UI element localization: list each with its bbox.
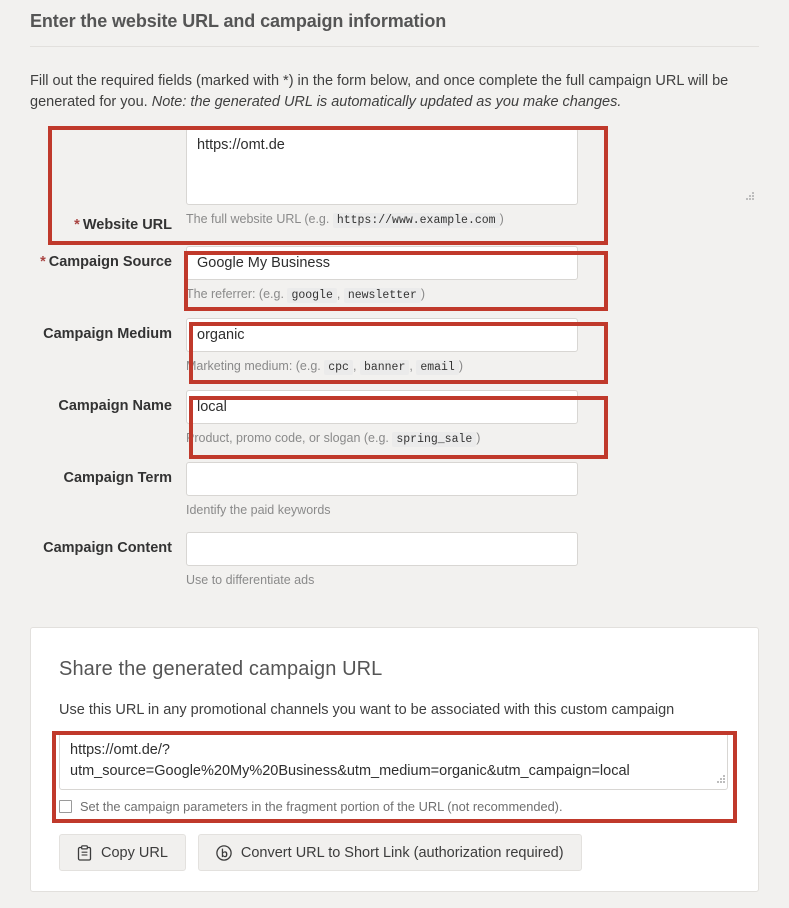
label-campaign-source: * Campaign Source bbox=[30, 246, 186, 270]
help-comma-campaign-medium-1: , bbox=[409, 359, 413, 373]
convert-short-link-button[interactable]: Convert URL to Short Link (authorization… bbox=[197, 834, 582, 871]
form-row-campaign-name: Campaign Name Product, promo code, or sl… bbox=[30, 390, 759, 448]
copy-url-button-label: Copy URL bbox=[101, 844, 168, 861]
help-campaign-content: Use to differentiate ads bbox=[186, 572, 759, 588]
share-generated-url-card: Share the generated campaign URL Use thi… bbox=[30, 627, 759, 892]
generated-url-output[interactable]: https://omt.de/?utm_source=Google%20My%2… bbox=[59, 732, 728, 790]
share-card-subtitle: Use this URL in any promotional channels… bbox=[59, 702, 675, 718]
field-campaign-source: The referrer: (e.g. google, newsletter) bbox=[186, 246, 759, 304]
form-row-campaign-medium: Campaign Medium Marketing medium: (e.g. … bbox=[30, 318, 759, 376]
convert-short-link-button-label: Convert URL to Short Link (authorization… bbox=[240, 844, 564, 861]
website-url-input[interactable]: https://omt.de bbox=[186, 128, 578, 205]
help-code-campaign-medium-1: banner bbox=[359, 360, 410, 375]
field-campaign-term: Identify the paid keywords bbox=[186, 462, 759, 518]
fragment-checkbox-label: Set the campaign parameters in the fragm… bbox=[80, 799, 563, 814]
share-card-title: Share the generated campaign URL bbox=[59, 658, 383, 680]
field-campaign-content: Use to differentiate ads bbox=[186, 532, 759, 588]
label-text-campaign-content: Campaign Content bbox=[43, 540, 172, 556]
fragment-checkbox[interactable] bbox=[59, 800, 72, 813]
help-code-campaign-source-0: google bbox=[287, 288, 337, 303]
help-suffix-campaign-name: ) bbox=[476, 431, 481, 445]
campaign-term-input[interactable] bbox=[186, 462, 578, 496]
campaign-medium-input[interactable] bbox=[186, 318, 578, 352]
help-comma-campaign-source: , bbox=[336, 287, 341, 301]
help-prefix-campaign-source: The referrer: (e.g. bbox=[186, 287, 288, 301]
form-row-campaign-content: Campaign Content Use to differentiate ad… bbox=[30, 532, 759, 588]
intro-text: Fill out the required fields (marked wit… bbox=[30, 47, 752, 113]
label-campaign-medium: Campaign Medium bbox=[30, 318, 186, 342]
label-campaign-content: Campaign Content bbox=[30, 532, 186, 556]
bitly-icon bbox=[216, 844, 232, 861]
resize-grip-icon[interactable] bbox=[746, 192, 755, 201]
label-text-campaign-medium: Campaign Medium bbox=[43, 326, 172, 342]
help-prefix-campaign-medium: Marketing medium: (e.g. bbox=[186, 359, 325, 373]
campaign-source-input[interactable] bbox=[186, 246, 578, 280]
label-text-campaign-source: Campaign Source bbox=[48, 254, 172, 270]
label-campaign-term: Campaign Term bbox=[30, 462, 186, 486]
campaign-content-input[interactable] bbox=[186, 532, 578, 566]
copy-url-button[interactable]: Copy URL bbox=[59, 834, 186, 871]
help-suffix-website-url: ) bbox=[499, 212, 504, 226]
form-row-campaign-source: *Campaign Source The referrer: (e.g. goo… bbox=[30, 246, 759, 304]
campaign-name-input[interactable] bbox=[186, 390, 578, 424]
fragment-checkbox-row[interactable]: Set the campaign parameters in the fragm… bbox=[59, 799, 730, 814]
label-text-campaign-name: Campaign Name bbox=[58, 398, 172, 414]
label-website-url: * Website URL bbox=[30, 128, 186, 233]
help-comma-campaign-medium-0: , bbox=[352, 359, 357, 373]
page-title: Enter the website URL and campaign infor… bbox=[30, 0, 759, 47]
share-action-buttons: Copy URL Convert URL to Short Link (auth… bbox=[59, 834, 730, 871]
help-code-campaign-medium-0: cpc bbox=[324, 360, 353, 375]
help-code-website-url-0: https://www.example.com bbox=[332, 213, 500, 228]
help-website-url: The full website URL (e.g. https://www.e… bbox=[186, 211, 759, 229]
form-row-campaign-term: Campaign Term Identify the paid keywords bbox=[30, 462, 759, 518]
label-text-campaign-term: Campaign Term bbox=[63, 470, 172, 486]
help-code-campaign-source-1: newsletter bbox=[343, 288, 421, 303]
form-row-website-url: * Website URL https://omt.de The full web… bbox=[30, 128, 759, 233]
help-prefix-campaign-content: Use to differentiate ads bbox=[186, 573, 315, 587]
required-asterisk-website-url: * bbox=[74, 217, 80, 233]
help-prefix-website-url: The full website URL (e.g. bbox=[186, 212, 333, 226]
field-website-url: https://omt.de The full website URL (e.g… bbox=[186, 128, 759, 229]
label-text-website-url: Website URL bbox=[82, 217, 172, 233]
campaign-form: * Website URL https://omt.de The full web… bbox=[30, 128, 759, 588]
help-campaign-medium: Marketing medium: (e.g. cpc, banner, ema… bbox=[186, 358, 759, 376]
field-campaign-name: Product, promo code, or slogan (e.g. spr… bbox=[186, 390, 759, 448]
help-campaign-source: The referrer: (e.g. google, newsletter) bbox=[186, 286, 759, 304]
help-code-campaign-name-0: spring_sale bbox=[392, 432, 477, 447]
intro-note: Note: the generated URL is automatically… bbox=[151, 94, 622, 110]
help-suffix-campaign-medium: ) bbox=[458, 359, 464, 373]
help-campaign-term: Identify the paid keywords bbox=[186, 502, 759, 518]
clipboard-icon bbox=[77, 844, 92, 861]
field-campaign-medium: Marketing medium: (e.g. cpc, banner, ema… bbox=[186, 318, 759, 376]
help-campaign-name: Product, promo code, or slogan (e.g. spr… bbox=[186, 430, 759, 448]
help-suffix-campaign-source: ) bbox=[420, 287, 426, 301]
help-prefix-campaign-term: Identify the paid keywords bbox=[186, 503, 331, 517]
label-campaign-name: Campaign Name bbox=[30, 390, 186, 414]
required-asterisk-campaign-source: * bbox=[40, 254, 46, 270]
help-prefix-campaign-name: Product, promo code, or slogan (e.g. bbox=[186, 431, 393, 445]
utm-campaign-url-builder-page: Enter the website URL and campaign infor… bbox=[0, 0, 789, 908]
help-code-campaign-medium-2: email bbox=[416, 360, 459, 375]
